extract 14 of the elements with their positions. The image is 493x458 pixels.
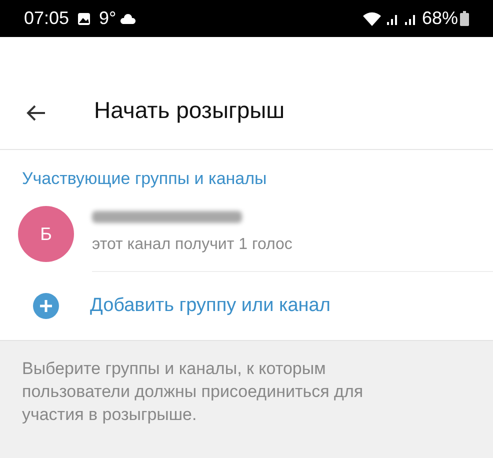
image-icon [77,12,92,26]
add-group-button[interactable]: Добавить группу или канал [0,272,493,340]
plus-icon [33,293,59,319]
clock: 07:05 [24,7,70,30]
footer-hint: Выберите группы и каналы, к которым пользователи должны присоединиться для участия в розыгрыше. [22,358,364,426]
channel-subtitle: этот канал получит 1 голос [92,234,294,254]
battery-icon [460,11,469,26]
battery-level: 68% [422,7,458,30]
temperature: 9° [99,7,116,30]
page-title: Начать розыгрыш [94,96,285,125]
section-title: Участвующие группы и каналы [22,169,267,188]
cloud-icon [120,14,136,24]
avatar: Б [18,206,74,262]
wifi-icon [362,10,382,26]
